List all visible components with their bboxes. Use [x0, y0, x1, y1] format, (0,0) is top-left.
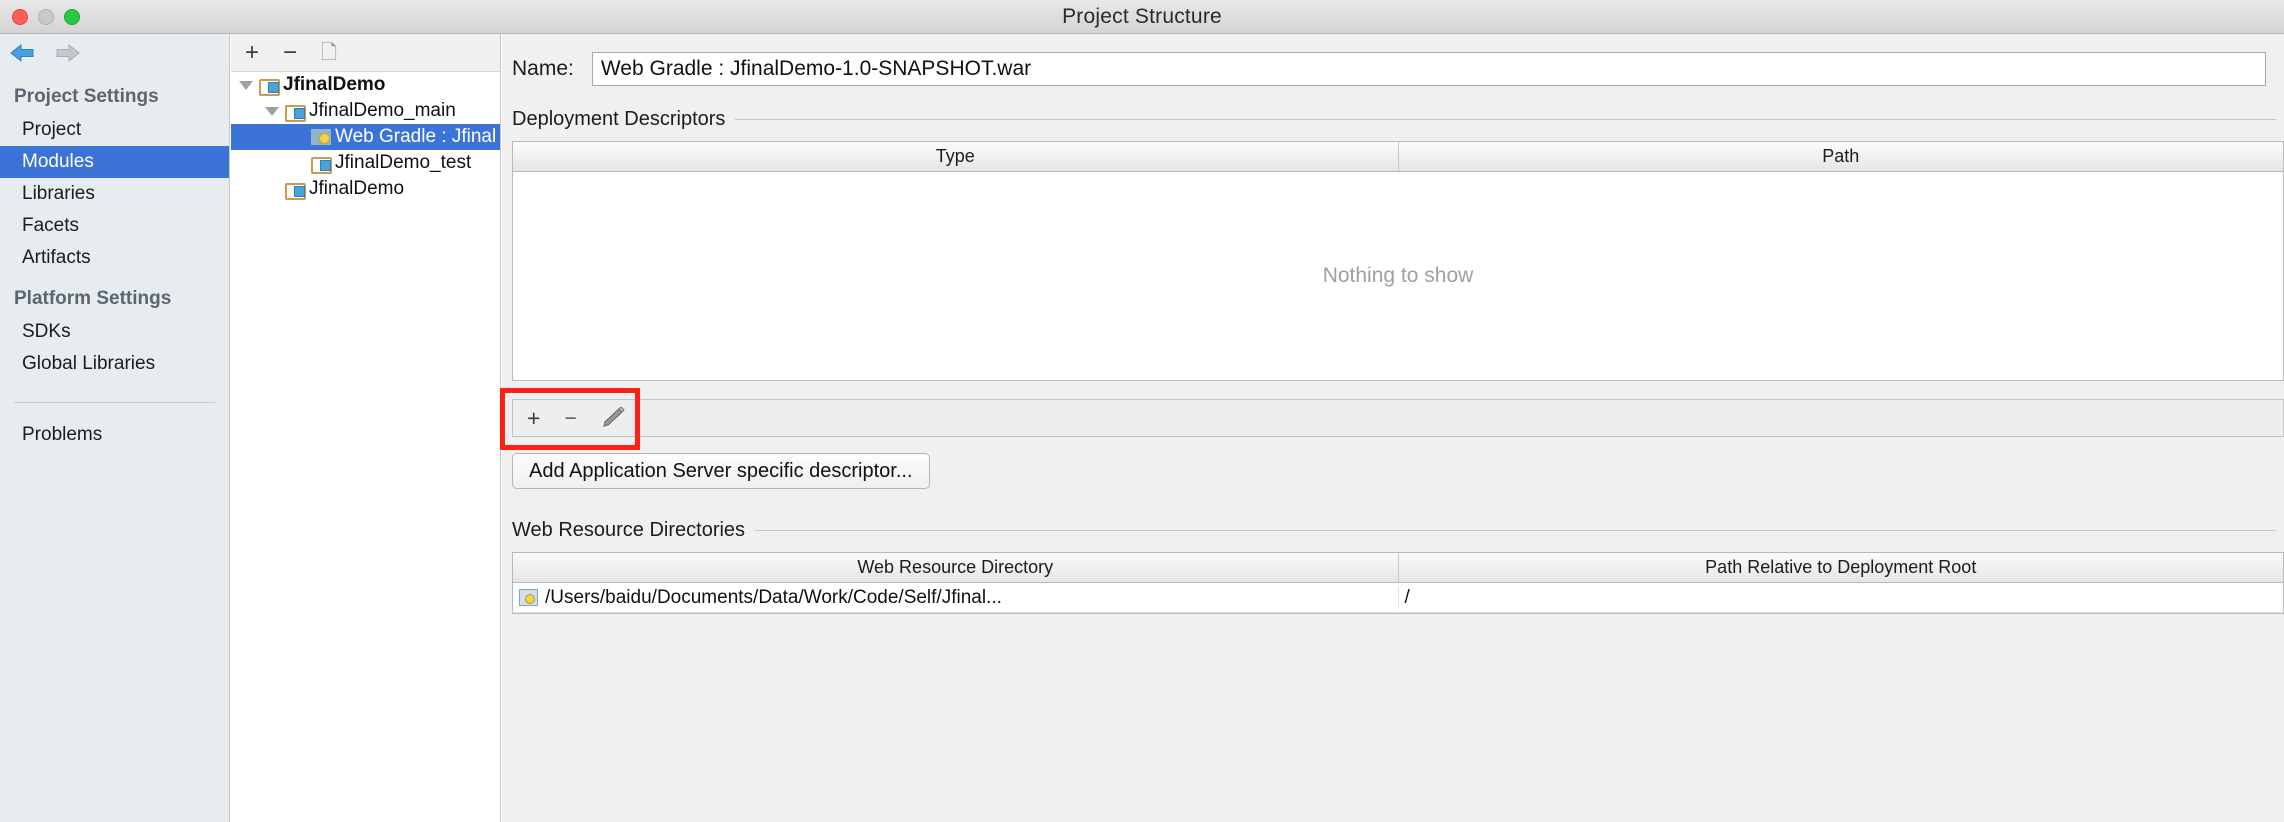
- sidebar-item-facets[interactable]: Facets: [0, 210, 229, 242]
- war-facet-icon: [311, 129, 331, 145]
- settings-sidebar: Project Settings Project Modules Librari…: [0, 34, 230, 822]
- window-title-bar: Project Structure: [0, 0, 2284, 34]
- table-row[interactable]: /Users/baidu/Documents/Data/Work/Code/Se…: [513, 583, 2283, 613]
- remove-descriptor-icon[interactable]: −: [564, 408, 576, 429]
- column-header-path[interactable]: Path: [1399, 142, 2284, 171]
- sidebar-item-artifacts[interactable]: Artifacts: [0, 242, 229, 274]
- table-header-row: Web Resource Directory Path Relative to …: [513, 553, 2283, 583]
- module-folder-icon: [259, 77, 280, 96]
- tree-node-label: Web Gradle : Jfinal: [335, 126, 497, 147]
- name-label: Name:: [512, 57, 574, 80]
- tree-node-jfinaldemo-second[interactable]: JfinalDemo: [231, 176, 500, 202]
- column-header-path-relative[interactable]: Path Relative to Deployment Root: [1399, 553, 2284, 582]
- column-header-web-resource-directory[interactable]: Web Resource Directory: [513, 553, 1399, 582]
- tree-node-label: JfinalDemo: [309, 178, 405, 199]
- project-structure-window: Project Structure Project Settings Proje…: [0, 0, 2284, 822]
- cell-relative-path: /: [1404, 586, 1410, 608]
- add-app-server-descriptor-button[interactable]: Add Application Server specific descript…: [512, 453, 930, 489]
- deployment-descriptors-table: Type Path Nothing to show: [512, 141, 2284, 381]
- forward-arrow-icon[interactable]: [54, 42, 82, 64]
- tree-node-label: JfinalDemo_test: [335, 152, 472, 173]
- sidebar-item-sdks[interactable]: SDKs: [0, 316, 229, 348]
- tree-node-label: JfinalDemo_main: [309, 100, 456, 121]
- directory-path-text: /Users/baidu/Documents/Data/Work/Code/Se…: [545, 586, 1002, 608]
- descriptor-toolbar-wrap: + −: [500, 388, 2284, 450]
- module-tree-panel: + − 🗋 JfinalDemo JfinalDemo_main Web Gra…: [231, 34, 501, 822]
- zoom-button[interactable]: [64, 9, 80, 25]
- column-header-type[interactable]: Type: [513, 142, 1399, 171]
- add-module-icon[interactable]: +: [245, 40, 259, 65]
- module-folder-icon: [285, 181, 306, 200]
- facet-settings-panel: Name: Deployment Descriptors Type Path N…: [500, 34, 2284, 822]
- deployment-descriptors-group: Deployment Descriptors Type Path Nothing…: [500, 108, 2284, 489]
- navigation-arrows: [0, 34, 229, 72]
- tree-node-jfinaldemo-root[interactable]: JfinalDemo: [231, 72, 500, 98]
- web-resource-directories-group: Web Resource Directories Web Resource Di…: [502, 519, 2284, 614]
- tree-node-web-gradle-facet[interactable]: Web Gradle : Jfinal: [231, 124, 500, 150]
- web-resource-directories-title-row: Web Resource Directories: [512, 519, 2284, 542]
- group-divider-line: [735, 119, 2276, 120]
- directory-icon: [519, 589, 538, 606]
- name-input[interactable]: [591, 52, 2266, 86]
- deployment-descriptors-title: Deployment Descriptors: [512, 108, 726, 130]
- empty-state-message: Nothing to show: [1322, 264, 1474, 287]
- sidebar-divider: [14, 402, 215, 403]
- deployment-descriptors-title-row: Deployment Descriptors: [512, 108, 2284, 131]
- sidebar-item-libraries[interactable]: Libraries: [0, 178, 229, 210]
- remove-module-icon[interactable]: −: [283, 40, 297, 65]
- name-row: Name:: [502, 34, 2284, 86]
- table-header-row: Type Path: [513, 142, 2283, 172]
- module-folder-icon: [285, 103, 306, 122]
- window-title: Project Structure: [1062, 4, 1222, 28]
- chevron-down-icon[interactable]: [239, 80, 253, 90]
- tree-node-jfinaldemo-main[interactable]: JfinalDemo_main: [231, 98, 500, 124]
- tree-node-label: JfinalDemo: [283, 74, 386, 95]
- cell-web-resource-directory: /Users/baidu/Documents/Data/Work/Code/Se…: [513, 586, 1399, 609]
- pencil-icon[interactable]: [601, 407, 627, 429]
- sidebar-item-global-libraries[interactable]: Global Libraries: [0, 348, 229, 380]
- sidebar-section-platform-settings: Platform Settings: [14, 288, 172, 309]
- window-controls: [12, 9, 80, 25]
- module-tree-toolbar: + − 🗋: [231, 34, 500, 72]
- chevron-down-icon[interactable]: [265, 106, 279, 116]
- sidebar-section-project-settings: Project Settings: [14, 86, 159, 107]
- add-descriptor-icon[interactable]: +: [527, 406, 540, 430]
- web-resource-directories-title: Web Resource Directories: [512, 519, 746, 541]
- sidebar-item-problems[interactable]: Problems: [0, 419, 229, 451]
- close-button[interactable]: [12, 9, 28, 25]
- sidebar-item-modules[interactable]: Modules: [0, 146, 229, 178]
- web-resource-directories-table: Web Resource Directory Path Relative to …: [512, 552, 2284, 614]
- group-divider-line: [755, 530, 2276, 531]
- descriptor-toolbar: + −: [512, 399, 2284, 437]
- minimize-button[interactable]: [38, 9, 54, 25]
- back-arrow-icon[interactable]: [8, 42, 36, 64]
- copy-module-icon[interactable]: 🗋: [321, 43, 337, 63]
- sidebar-item-project[interactable]: Project: [0, 114, 229, 146]
- tree-node-jfinaldemo-test[interactable]: JfinalDemo_test: [231, 150, 500, 176]
- module-folder-icon: [311, 155, 332, 174]
